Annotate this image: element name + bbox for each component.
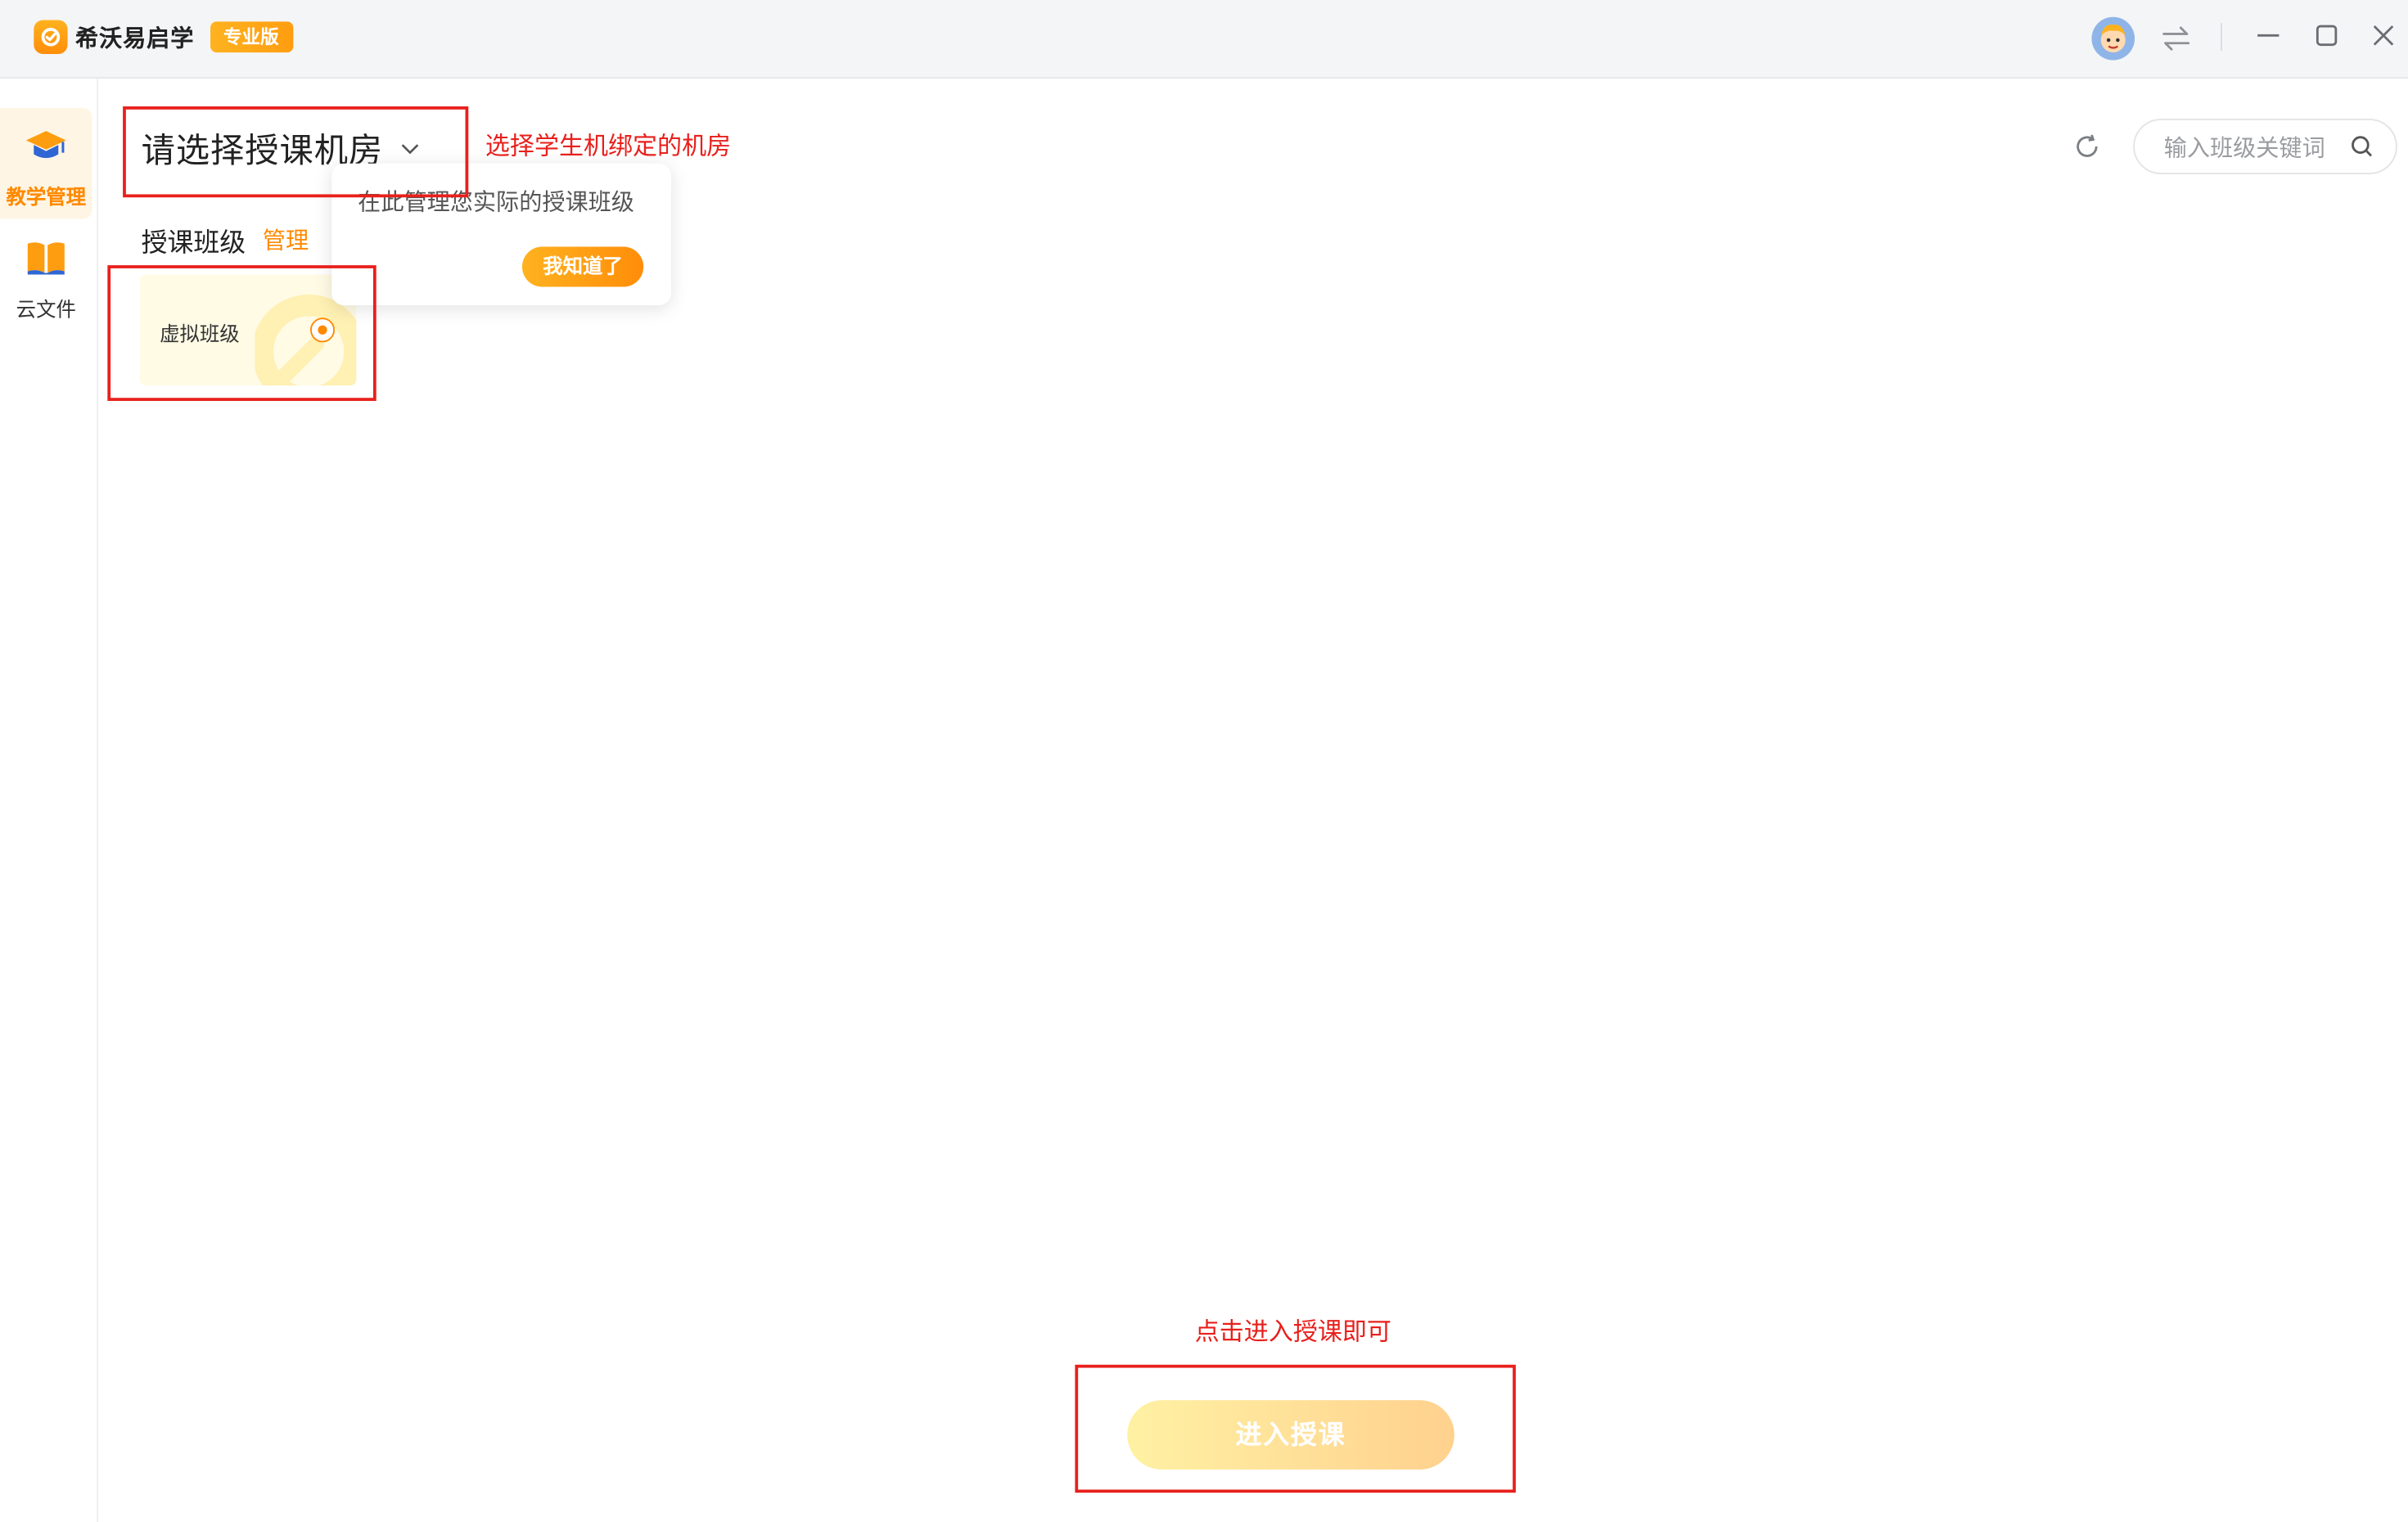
open-book-icon xyxy=(27,242,65,275)
app-name: 希沃易启学 xyxy=(74,25,195,52)
sidebar-item-cloud-files[interactable]: 云文件 xyxy=(0,236,92,322)
sidebar: 教学管理 云文件 xyxy=(0,79,99,1522)
title-bar-divider xyxy=(2221,23,2223,52)
edition-badge: 专业版 xyxy=(210,21,293,53)
class-search-box[interactable] xyxy=(2133,119,2397,174)
maximize-icon[interactable] xyxy=(2310,19,2343,52)
user-avatar[interactable] xyxy=(2091,16,2135,61)
annotation-box-class-card xyxy=(107,265,377,401)
switch-icon[interactable] xyxy=(2159,21,2193,55)
refresh-icon[interactable] xyxy=(2072,131,2103,162)
app-logo: 希沃易启学 专业版 xyxy=(34,20,293,54)
minimize-icon[interactable] xyxy=(2252,19,2285,52)
app-logo-icon xyxy=(34,20,68,54)
tooltip-confirm-button[interactable]: 我知道了 xyxy=(521,246,644,287)
graduation-cap-icon xyxy=(25,131,66,159)
close-icon[interactable] xyxy=(2366,19,2400,52)
annotation-box-enter-button xyxy=(1075,1364,1516,1493)
search-icon[interactable] xyxy=(2350,134,2374,159)
annotation-enter-hint: 点击进入授课即可 xyxy=(1194,1320,1391,1347)
sidebar-item-label: 教学管理 xyxy=(6,185,87,209)
sidebar-item-teaching[interactable]: 教学管理 xyxy=(0,107,92,219)
annotation-box-room-select xyxy=(123,106,469,198)
annotation-room-hint: 选择学生机绑定的机房 xyxy=(485,133,732,160)
section-title: 授课班级 xyxy=(141,227,246,258)
manage-link[interactable]: 管理 xyxy=(263,223,309,256)
sidebar-item-label: 云文件 xyxy=(16,297,76,321)
app-window: 希沃易启学 专业版 教学管理 云文件 请选择授课机房 授课班级 管理 虚拟班级 … xyxy=(0,0,2408,1522)
class-search-input[interactable] xyxy=(2160,129,2348,167)
title-bar: 希沃易启学 专业版 xyxy=(0,0,2408,79)
